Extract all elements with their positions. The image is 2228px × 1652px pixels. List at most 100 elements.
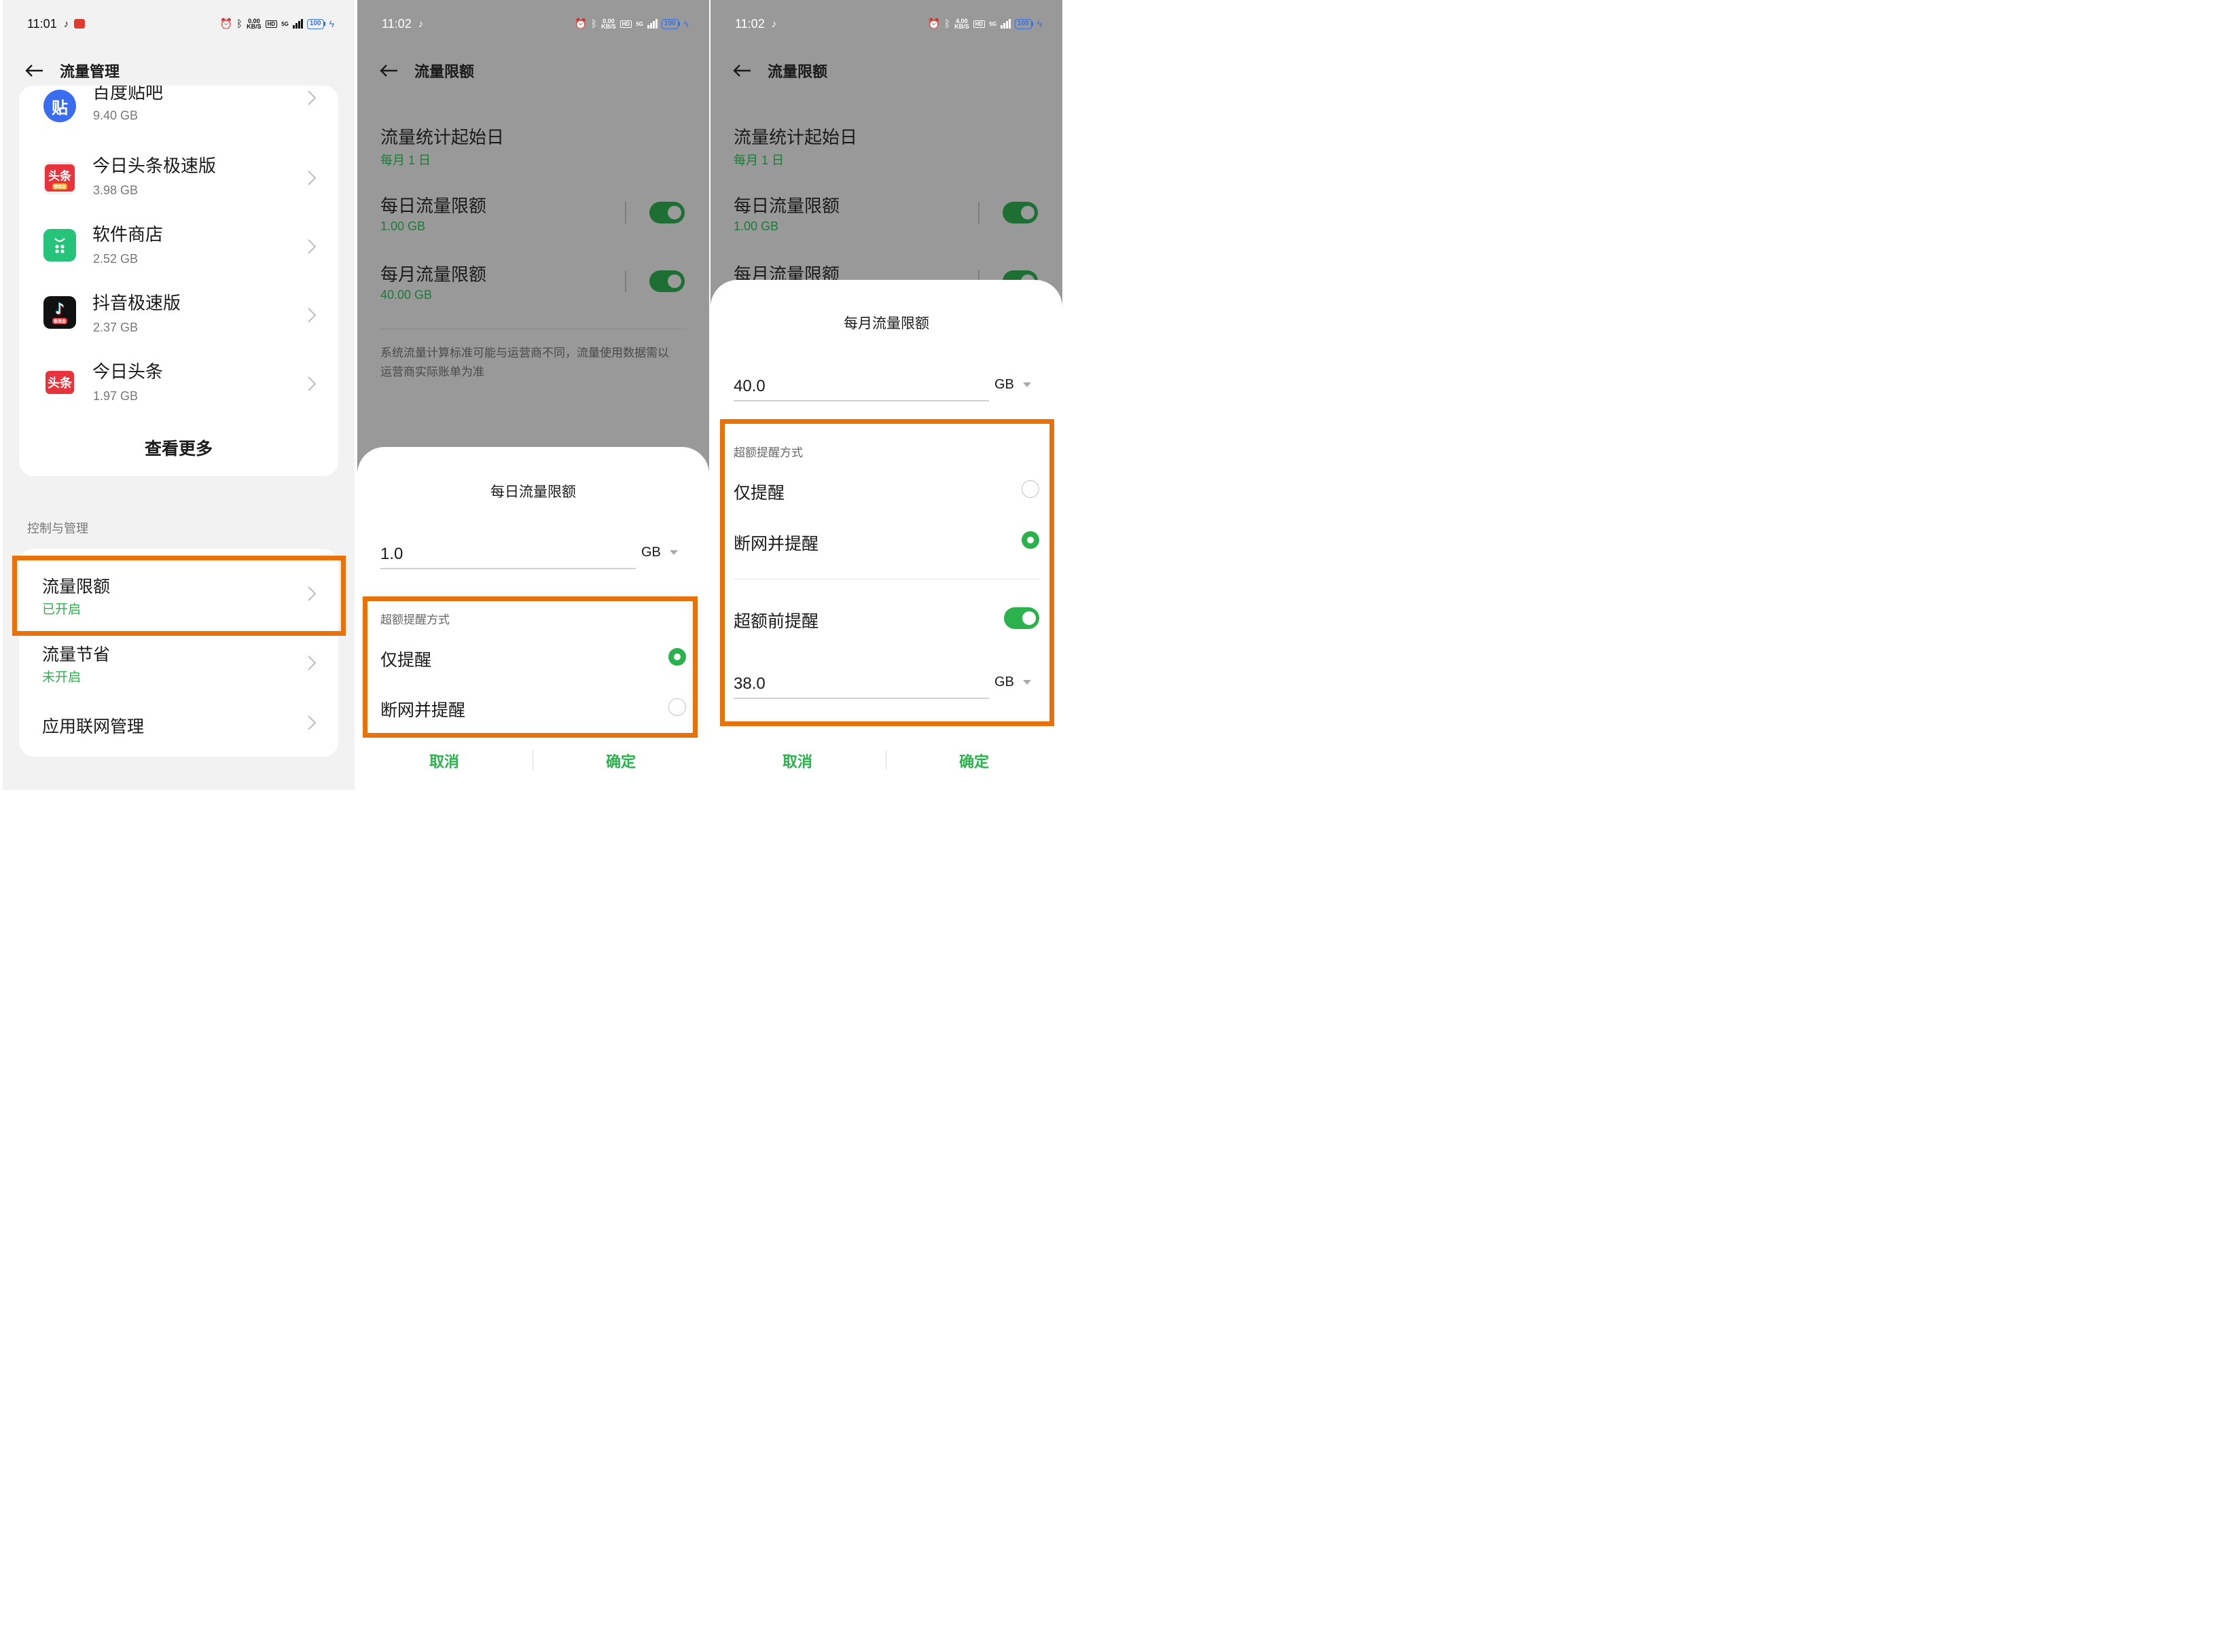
data-management-screen: 11:01 ♪ ⏰ ᛒ 0.00 KB/S HD 5G 100 ϟ 流量管理 贴 … [3,0,355,790]
highlight-box [363,596,698,738]
page-title: 流量管理 [60,64,120,81]
tiktok-note-icon: ♪ [771,18,777,30]
limit-amount-input[interactable]: 40.0 [734,377,766,396]
app-usage-list: 贴 百度贴吧 9.40 GB 头条 领现金 今日头条极速版 3.98 GB 软件… [19,86,338,476]
charging-icon: ϟ [1037,18,1042,29]
setting-title: 流量统计起始日 [380,128,505,148]
app-size: 2.52 GB [93,252,139,266]
confirm-button[interactable]: 确定 [553,750,689,772]
app-name: 软件商店 [92,225,164,245]
alarm-icon: ⏰ [574,18,588,30]
status-bar: 11:02 ♪ ⏰ ᛒ 4.00 KB/S HD 5G 100 ϟ [735,15,1042,33]
list-item-app[interactable]: ♪ 极现金 抖音极速版 2.37 GB [19,284,338,352]
chevron-right-icon [308,656,317,670]
header: 流量限额 [732,60,827,82]
network-type: 5G [989,20,996,27]
tiktok-note-icon: ♪ [63,18,69,30]
input-underline [734,400,989,401]
data-limit-screen-monthly: 11:02 ♪ ⏰ ᛒ 4.00 KB/S HD 5G 100 ϟ 流量限额 流量… [711,0,1062,790]
item-title: 流量节省 [42,645,111,664]
cancel-button[interactable]: 取消 [730,750,865,772]
input-underline [380,568,636,569]
page-title: 流量限额 [768,64,828,81]
app-size: 9.40 GB [93,109,139,122]
toutiao-app-icon: 头条 [43,366,76,399]
setting-value: 1.00 GB [380,219,426,233]
battery-icon: 100 [661,18,680,29]
hd-badge: HD [619,20,632,28]
confirm-button[interactable]: 确定 [906,750,1042,772]
status-time: 11:02 [382,16,412,31]
alarm-icon: ⏰ [927,18,941,30]
data-limit-screen-daily: 11:02 ♪ ⏰ ᛒ 0.00 KB/S HD 5G 100 ϟ 流量限额 流量… [357,0,709,790]
tieba-app-icon: 贴 [43,90,76,122]
data-saver-item[interactable]: 流量节省 未开启 [19,629,338,697]
see-more-button[interactable]: 查看更多 [19,435,338,460]
monthly-limit-toggle[interactable] [649,270,685,292]
app-size: 2.37 GB [93,321,139,334]
sheet-title: 每月流量限额 [844,315,929,331]
back-arrow-icon[interactable] [732,64,751,77]
cancel-button[interactable]: 取消 [376,750,512,772]
list-item-app[interactable]: 头条 今日头条 1.97 GB [19,353,338,420]
list-item-app[interactable]: 贴 百度贴吧 9.40 GB [19,86,338,140]
battery-icon: 100 [306,18,325,29]
charging-icon: ϟ [683,18,689,29]
separator [625,202,626,223]
charging-icon: ϟ [329,18,334,29]
separator [625,270,626,292]
daily-limit-toggle[interactable] [649,202,685,223]
daily-limit-toggle[interactable] [1003,202,1038,223]
chevron-right-icon [308,239,317,254]
back-arrow-icon[interactable] [24,64,43,77]
app-name: 抖音极速版 [92,293,181,314]
app-network-item[interactable]: 应用联网管理 [19,696,338,764]
sheet-title: 每日流量限额 [490,484,576,500]
header: 流量限额 [379,60,474,82]
chevron-right-icon [308,376,317,391]
chevron-right-icon [308,90,317,105]
signal-icon [1000,19,1011,29]
chevron-right-icon [308,170,317,185]
tiktok-note-icon: ♪ [418,18,424,30]
setting-value: 每月 1 日 [734,154,785,167]
chevron-right-icon [308,715,317,730]
separator [978,202,980,223]
hd-badge: HD [265,20,278,28]
app-name: 今日头条极速版 [92,156,217,177]
section-label: 控制与管理 [27,522,88,536]
status-time: 11:02 [735,16,765,31]
page-title: 流量限额 [414,64,475,81]
chevron-down-icon [1023,382,1031,387]
app-size: 1.97 GB [93,389,139,403]
toutiao-lite-app-icon: 头条 领现金 [43,162,76,194]
disclaimer-text: 系统流量计算标准可能与运营商不同，流量使用数据需以运营商实际账单为准 [380,346,669,379]
unit-select[interactable]: GB [994,377,1014,393]
setting-title: 流量统计起始日 [734,128,858,148]
chevron-down-icon [670,550,678,555]
back-arrow-icon[interactable] [379,64,398,77]
app-name: 今日头条 [92,362,164,382]
list-item-app[interactable]: 头条 领现金 今日头条极速版 3.98 GB [19,147,338,215]
setting-value: 1.00 GB [734,219,779,233]
app-name: 百度贴吧 [92,86,164,103]
douyin-lite-app-icon: ♪ 极现金 [43,296,76,329]
setting-title: 每月流量限额 [380,265,487,285]
list-item-app[interactable]: 软件商店 2.52 GB [19,215,338,283]
setting-value: 每月 1 日 [380,154,431,167]
setting-value: 40.00 GB [380,288,433,302]
status-bar: 11:01 ♪ ⏰ ᛒ 0.00 KB/S HD 5G 100 ϟ [27,15,334,33]
setting-title: 每日流量限额 [380,196,487,217]
unit-select[interactable]: GB [641,545,661,560]
limit-amount-input[interactable]: 1.0 [380,545,403,564]
network-speed: 0.00 KB/S [601,18,616,30]
hd-badge: HD [973,20,986,28]
bluetooth-icon: ᛒ [591,18,598,30]
bluetooth-icon: ᛒ [944,18,951,30]
status-bar: 11:02 ♪ ⏰ ᛒ 0.00 KB/S HD 5G 100 ϟ [382,15,689,33]
setting-title: 每日流量限额 [734,196,840,217]
header: 流量管理 [24,60,120,82]
item-title: 应用联网管理 [42,717,145,736]
notification-app-icon [74,19,86,29]
signal-icon [647,19,658,29]
